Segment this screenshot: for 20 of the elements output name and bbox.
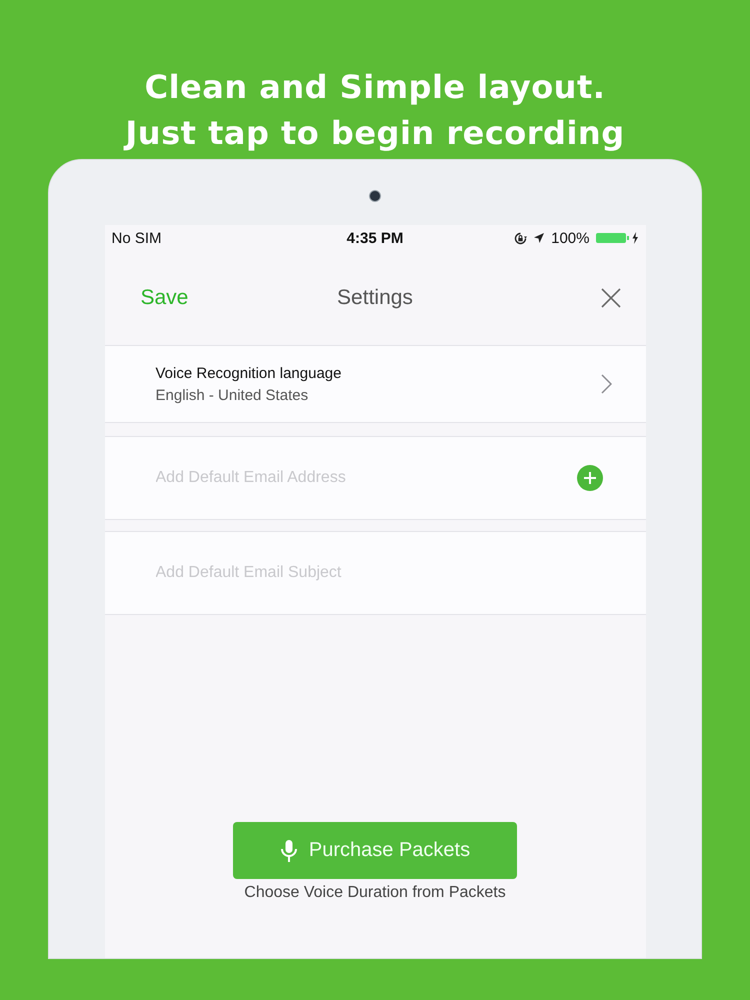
screen-title: Settings [337,286,413,310]
battery-percent: 100% [551,230,590,246]
rotation-lock-icon [514,232,528,244]
chevron-right-icon [600,374,612,394]
add-icon[interactable] [576,465,602,491]
language-row[interactable]: Voice Recognition language English - United States [104,346,646,423]
microphone-icon [280,838,298,862]
purchase-caption: Choose Voice Duration from Packets [244,884,506,902]
location-arrow-icon [533,232,546,244]
headline-text: Clean and Simple layout. [144,67,606,108]
save-button[interactable]: Save [140,286,188,310]
setting-title: Voice Recognition language [156,364,342,382]
camera-dot [369,190,381,202]
battery-charging-icon [596,232,640,244]
purchase-button[interactable]: Purchase Packets [233,822,517,879]
close-button[interactable] [600,287,622,309]
setting-value: English - United States [156,386,310,404]
status-time: 4:35 PM [346,230,404,246]
carrier-label: No SIM [112,230,162,246]
headline-text: Just tap to begin recording [125,113,625,154]
